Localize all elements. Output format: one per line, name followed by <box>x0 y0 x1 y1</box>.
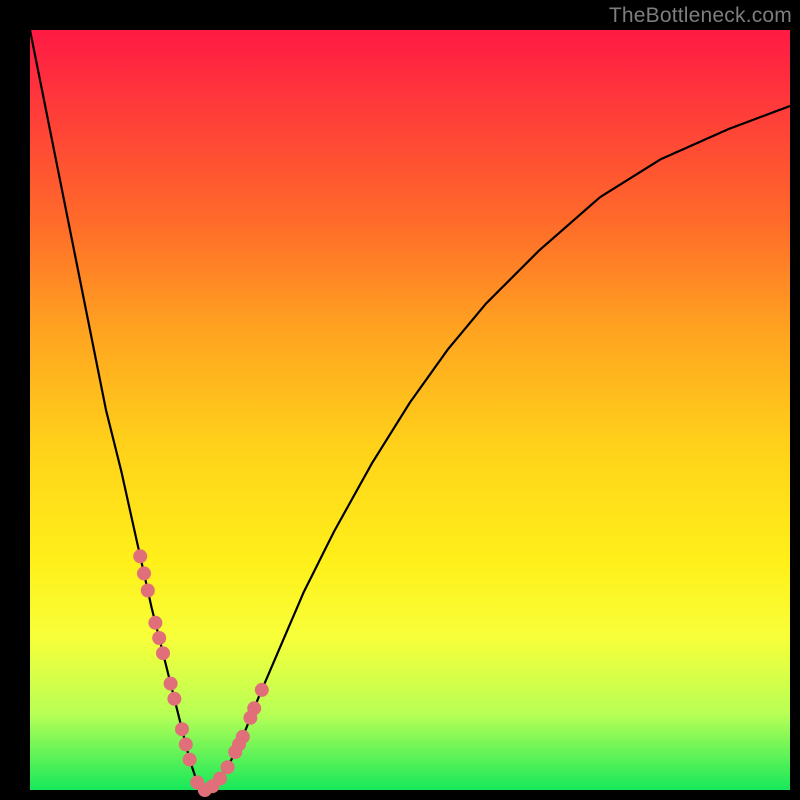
curve-marker <box>137 566 151 580</box>
curve-marker <box>148 616 162 630</box>
curve-marker <box>133 549 147 563</box>
curve-marker <box>236 730 250 744</box>
curve-marker <box>164 677 178 691</box>
curve-marker <box>167 692 181 706</box>
curve-svg <box>30 30 790 790</box>
curve-marker <box>221 760 235 774</box>
curve-marker <box>247 701 261 715</box>
marker-group <box>133 549 269 797</box>
watermark-text: TheBottleneck.com <box>609 4 792 28</box>
chart-frame: TheBottleneck.com <box>0 0 800 800</box>
curve-marker <box>183 753 197 767</box>
plot-area <box>30 30 790 790</box>
curve-marker <box>175 722 189 736</box>
curve-marker <box>255 683 269 697</box>
curve-marker <box>156 646 170 660</box>
curve-marker <box>213 772 227 786</box>
curve-marker <box>152 631 166 645</box>
curve-marker <box>141 584 155 598</box>
curve-marker <box>179 737 193 751</box>
bottleneck-curve <box>30 30 790 790</box>
